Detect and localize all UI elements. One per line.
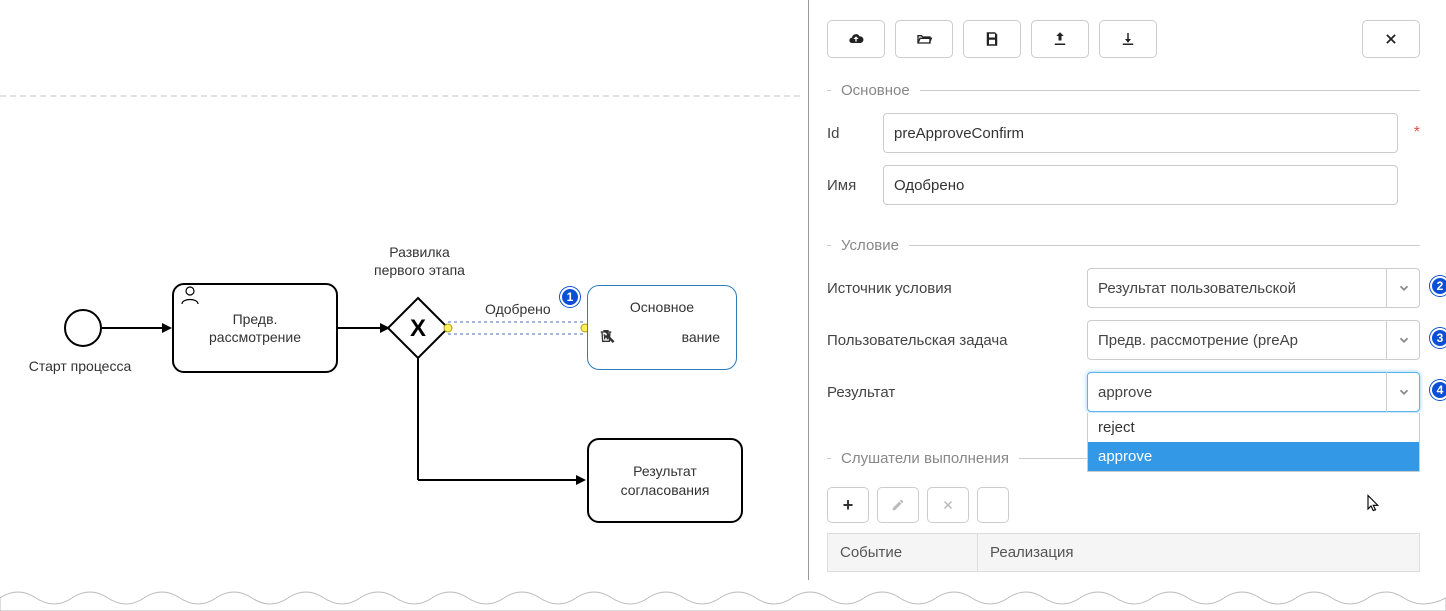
chevron-down-icon[interactable] — [1386, 268, 1420, 308]
start-event-label: Старт процесса — [20, 358, 140, 374]
sequence-flow-label[interactable]: Одобрено — [485, 301, 551, 317]
chevron-down-icon[interactable] — [1386, 372, 1420, 412]
result-label: Результат — [827, 384, 1077, 401]
name-label: Имя — [827, 177, 873, 194]
section-condition-legend: Условие — [831, 237, 909, 254]
panel-toolbar — [827, 20, 1420, 58]
id-input[interactable] — [883, 113, 1398, 153]
result-option-reject[interactable]: reject — [1088, 413, 1419, 442]
section-condition: Условие Источник условия Результат польз… — [827, 237, 1420, 432]
section-main-legend: Основное — [831, 82, 920, 99]
callout-marker-4: 4 — [1430, 380, 1446, 400]
bpmn-canvas[interactable]: X Старт процесса Развилка первого этапа … — [0, 0, 800, 580]
required-marker: * — [1414, 124, 1420, 142]
chevron-down-icon[interactable] — [1386, 320, 1420, 360]
callout-marker-3: 3 — [1430, 328, 1446, 348]
listeners-table-header: Событие Реализация — [827, 533, 1420, 572]
gateway-label: Развилка первого этапа — [357, 243, 482, 279]
open-folder-button[interactable] — [895, 20, 953, 58]
callout-marker-2: 2 — [1430, 276, 1446, 296]
id-label: Id — [827, 125, 873, 142]
section-main: Основное Id * Имя — [827, 82, 1420, 225]
close-button[interactable] — [1362, 20, 1420, 58]
download-button[interactable] — [1099, 20, 1157, 58]
remove-listener-button[interactable] — [927, 487, 969, 523]
trash-icon[interactable] — [625, 327, 646, 348]
user-task-select[interactable]: Предв. рассмотрение (preAp — [1087, 320, 1420, 360]
section-listeners-legend: Слушатели выполнения — [831, 450, 1019, 467]
name-input[interactable] — [883, 165, 1398, 205]
result-dropdown-list: reject approve — [1087, 413, 1420, 472]
result-option-approve[interactable]: approve — [1088, 442, 1419, 471]
move-up-button[interactable] — [977, 487, 1009, 523]
add-listener-button[interactable]: + — [827, 487, 869, 523]
listeners-col-event: Событие — [828, 534, 978, 571]
callout-marker-1: 1 — [560, 287, 580, 307]
listeners-col-impl: Реализация — [978, 534, 1419, 571]
svg-text:X: X — [410, 315, 426, 342]
edit-listener-button[interactable] — [877, 487, 919, 523]
condition-source-select[interactable]: Результат пользовательской — [1087, 268, 1420, 308]
user-task-label: Пользовательская задача — [827, 332, 1077, 349]
task-approval-result[interactable]: Результат согласования — [587, 438, 743, 523]
result-select[interactable]: approve — [1087, 372, 1420, 412]
properties-panel: Основное Id * Имя Условие Источник услов… — [808, 0, 1438, 580]
upload-button[interactable] — [1031, 20, 1089, 58]
save-button[interactable] — [963, 20, 1021, 58]
condition-source-label: Источник условия — [827, 280, 1077, 297]
cloud-upload-button[interactable] — [827, 20, 885, 58]
